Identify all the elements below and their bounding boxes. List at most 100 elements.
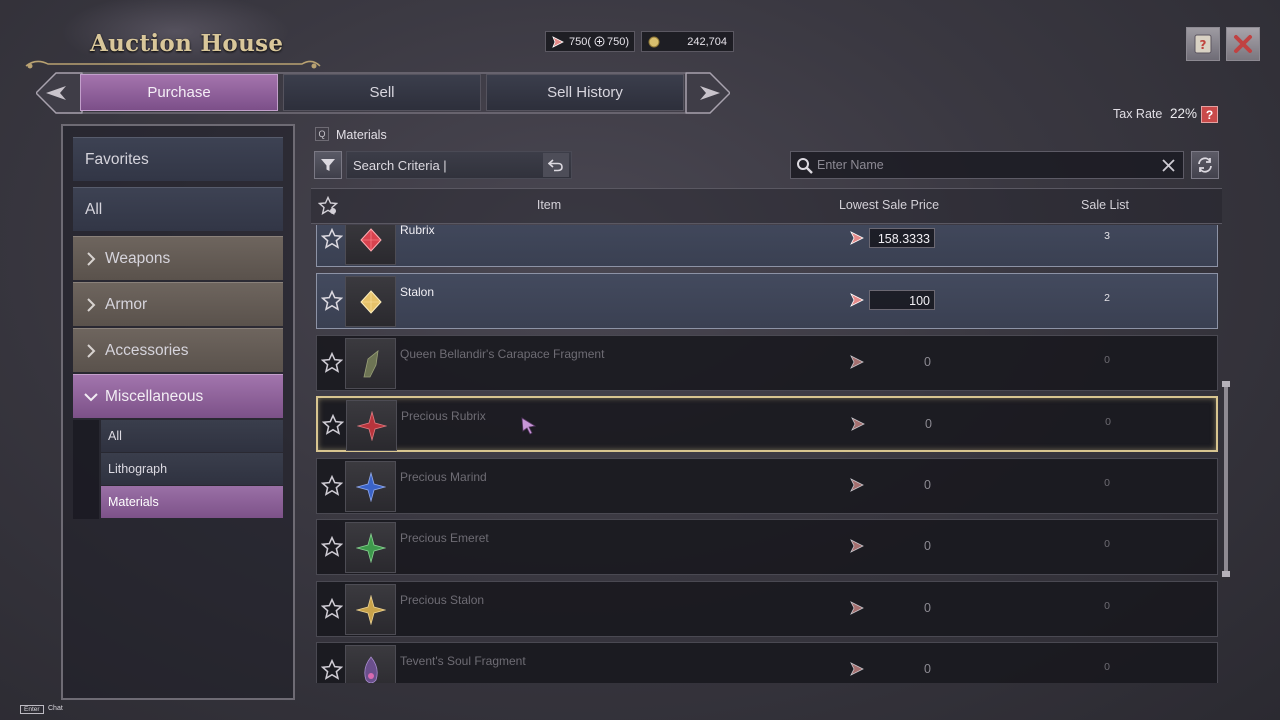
table-row[interactable]: Stalon 100 2: [316, 273, 1218, 329]
ticket-icon: [850, 355, 864, 369]
title-ornament: [25, 60, 321, 69]
ticket-amount: 750(: [569, 35, 592, 48]
list-scrollbar[interactable]: [1224, 385, 1228, 575]
table-row[interactable]: Precious Marind 0 0: [316, 458, 1218, 514]
tax-help-button[interactable]: ?: [1201, 106, 1218, 123]
column-header-item[interactable]: Item: [537, 198, 561, 212]
item-price-value: 0: [924, 601, 931, 615]
breadcrumb: Materials: [336, 128, 387, 142]
reset-criteria-button[interactable]: [543, 153, 569, 177]
soul-fragment-icon: [363, 655, 378, 683]
rubrix-gem-icon: [359, 227, 382, 252]
item-price: 0: [847, 659, 935, 679]
item-price: 0: [847, 536, 935, 556]
item-price: 0: [848, 414, 936, 434]
precious-emeret-icon: [355, 532, 386, 563]
item-thumbnail: [345, 276, 396, 327]
sidebar-item-miscellaneous[interactable]: Miscellaneous: [73, 374, 283, 418]
table-row[interactable]: Rubrix 158.3333 3: [316, 225, 1218, 267]
sidebar-subitem-label: All: [108, 429, 122, 443]
gold-coin-icon: [647, 35, 661, 49]
table-row[interactable]: Tevent's Soul Fragment 0 0: [316, 642, 1218, 683]
sidebar-item-armor[interactable]: Armor: [73, 282, 283, 326]
item-sale-count: 0: [1104, 600, 1110, 612]
precious-stalon-icon: [355, 594, 386, 625]
ticket-icon: [850, 478, 864, 492]
item-name: Precious Stalon: [400, 593, 485, 607]
favorite-star-icon[interactable]: [321, 536, 343, 558]
item-sale-count: 0: [1104, 538, 1110, 550]
sidebar-subitem-lithograph[interactable]: Lithograph: [101, 453, 283, 485]
favorite-star-icon[interactable]: [321, 352, 343, 374]
sidebar-item-all[interactable]: All: [73, 187, 283, 231]
ticket-icon: [851, 417, 865, 431]
item-sale-count: 2: [1104, 292, 1110, 304]
ticket-icon: [850, 539, 864, 553]
favorite-star-icon[interactable]: [321, 228, 343, 250]
favorite-star-icon[interactable]: [321, 475, 343, 497]
window-title: Auction House: [90, 30, 284, 57]
gold-currency: 242,704: [641, 31, 734, 52]
search-criteria-field[interactable]: Search Criteria |: [346, 151, 572, 179]
favorite-star-icon[interactable]: [321, 598, 343, 620]
item-price-value: 158.3333: [869, 228, 935, 248]
close-button[interactable]: [1226, 27, 1260, 61]
sidebar-item-accessories[interactable]: Accessories: [73, 328, 283, 372]
funnel-icon: [321, 159, 335, 171]
item-name: Rubrix: [400, 225, 435, 237]
mouse-cursor-icon: [521, 417, 537, 435]
sidebar-item-favorites[interactable]: Favorites: [73, 137, 283, 181]
breadcrumb-key: Q: [315, 127, 329, 141]
item-sale-count: 3: [1104, 230, 1110, 242]
enter-key-hint: Enter: [20, 705, 44, 714]
item-thumbnail: [345, 225, 396, 265]
refresh-button[interactable]: [1191, 151, 1219, 179]
lock-bonus-icon: [592, 35, 606, 49]
ticket-icon: [850, 662, 864, 676]
favorite-star-icon[interactable]: [321, 290, 343, 312]
favorite-star-icon[interactable]: [321, 659, 343, 681]
item-name: Precious Rubrix: [401, 409, 486, 423]
search-criteria-label: Search Criteria |: [353, 157, 447, 173]
tab-sell[interactable]: Sell: [283, 74, 481, 111]
favorite-filter-icon[interactable]: [318, 196, 338, 216]
item-thumbnail: [345, 645, 396, 683]
item-price-value: 0: [924, 478, 931, 492]
item-thumbnail: [345, 338, 396, 389]
sidebar-item-label: All: [85, 200, 103, 218]
sidebar-subitem-materials[interactable]: Materials: [101, 486, 283, 518]
table-row[interactable]: Precious Stalon 0 0: [316, 581, 1218, 637]
item-thumbnail: [345, 584, 396, 635]
clear-icon[interactable]: [1161, 158, 1176, 173]
item-price: 158.3333: [847, 228, 935, 248]
table-row[interactable]: Queen Bellandir's Carapace Fragment 0 0: [316, 335, 1218, 391]
item-list: Rubrix 158.3333 3 Stalon 100 2 Queen Bel…: [311, 225, 1223, 683]
item-name: Queen Bellandir's Carapace Fragment: [400, 347, 605, 361]
item-name: Precious Marind: [400, 470, 487, 484]
sidebar-item-label: Favorites: [85, 150, 149, 168]
filter-button[interactable]: [314, 151, 342, 179]
gold-amount: 242,704: [687, 35, 727, 48]
table-row[interactable]: Precious Rubrix 0 0: [316, 396, 1218, 452]
scrollbar-top-cap: [1222, 381, 1230, 387]
ticket-icon: [551, 35, 565, 49]
item-thumbnail: [345, 461, 396, 512]
scrollbar-bottom-cap: [1222, 571, 1230, 577]
table-row[interactable]: Precious Emeret 0 0: [316, 519, 1218, 575]
help-button[interactable]: ?: [1186, 27, 1220, 61]
sidebar-item-weapons[interactable]: Weapons: [73, 236, 283, 280]
sidebar-subitem-all[interactable]: All: [101, 420, 283, 452]
chevron-right-icon: [81, 249, 101, 269]
close-icon: [1234, 35, 1252, 53]
column-header-sale-list[interactable]: Sale List: [1081, 198, 1129, 212]
tab-sell-history[interactable]: Sell History: [486, 74, 684, 111]
submenu-indent: [73, 420, 99, 519]
favorite-star-icon[interactable]: [322, 414, 344, 436]
sidebar-subitem-label: Lithograph: [108, 462, 168, 476]
svg-text:?: ?: [1200, 38, 1207, 52]
name-search-input[interactable]: [817, 154, 1147, 176]
name-search-box: [790, 151, 1184, 179]
column-header-lowest-price[interactable]: Lowest Sale Price: [839, 198, 939, 212]
tab-purchase[interactable]: Purchase: [80, 74, 278, 111]
item-price: 0: [847, 352, 935, 372]
